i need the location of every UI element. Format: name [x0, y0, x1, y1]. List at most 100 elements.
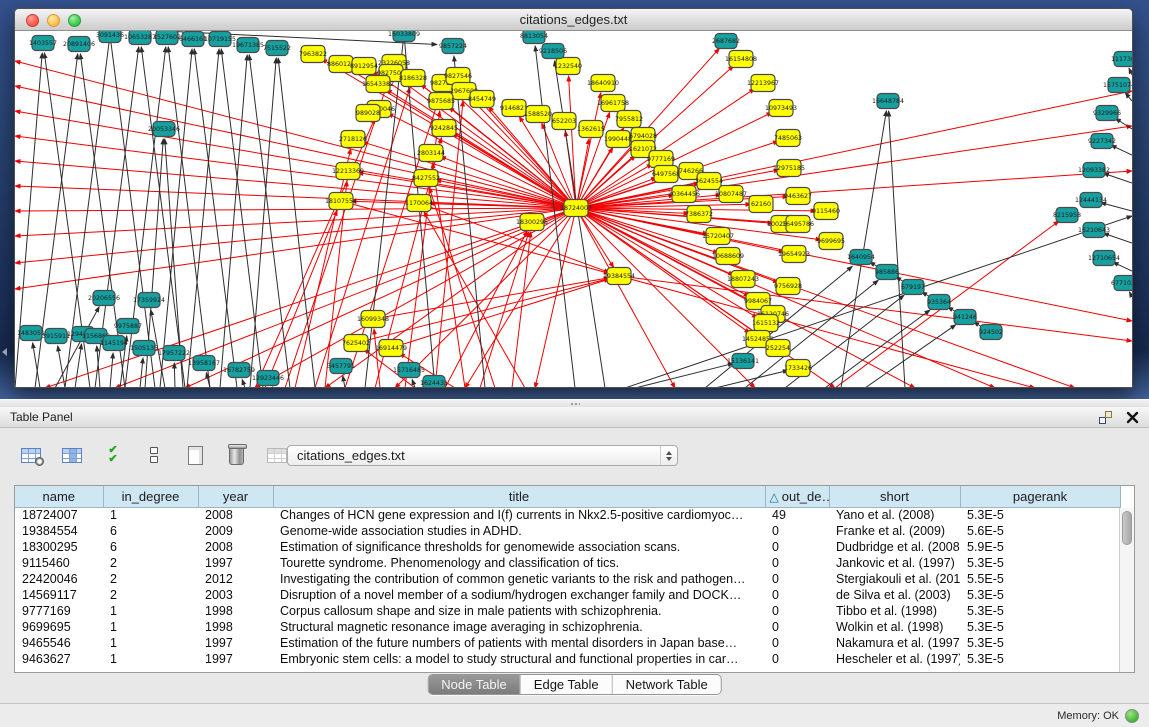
- table-mode-icon[interactable]: [18, 443, 44, 467]
- graph-node[interactable]: 9227342: [1088, 134, 1116, 149]
- graph-node[interactable]: 252254: [766, 340, 790, 357]
- graph-node[interactable]: 7955812: [615, 111, 643, 128]
- graph-node[interactable]: 1403557: [29, 36, 57, 51]
- column-header-pagerank[interactable]: pagerank: [960, 486, 1120, 507]
- graph-node[interactable]: 8813054: [520, 31, 548, 44]
- graph-node[interactable]: 3624554: [695, 173, 723, 190]
- graph-node[interactable]: 12093382: [1078, 163, 1110, 178]
- graph-node[interactable]: 8912954: [350, 58, 378, 75]
- graph-node[interactable]: 16914479: [375, 340, 407, 357]
- graph-node[interactable]: 7963822: [299, 46, 327, 63]
- float-panel-icon[interactable]: [1099, 411, 1112, 424]
- scrollbar-thumb[interactable]: [1122, 511, 1132, 545]
- table-row[interactable]: 2242004622012Investigating the contribut…: [15, 571, 1120, 587]
- graph-node[interactable]: 12213967: [747, 75, 779, 92]
- graph-node[interactable]: 16154808: [725, 51, 757, 68]
- graph-node[interactable]: 1117304: [1111, 52, 1132, 67]
- graph-node[interactable]: 7625402: [342, 335, 370, 352]
- graph-node[interactable]: 1624431: [420, 376, 448, 388]
- graph-node[interactable]: 9463627: [784, 188, 812, 205]
- table-row[interactable]: 1872400712008Changes of HCN gene express…: [15, 507, 1120, 523]
- column-header-year[interactable]: year: [198, 486, 273, 507]
- graph-node[interactable]: 8186328: [399, 70, 427, 87]
- graph-node[interactable]: 1505135: [130, 341, 158, 356]
- graph-node[interactable]: 20053346: [148, 122, 180, 137]
- table-row[interactable]: 1830029562008Estimation of significance …: [15, 539, 1120, 555]
- new-column-icon[interactable]: [182, 443, 208, 467]
- graph-node[interactable]: 1483051: [17, 326, 45, 341]
- graph-node[interactable]: 1733426: [784, 360, 812, 377]
- graph-node[interactable]: 10653287: [124, 31, 156, 45]
- graph-node[interactable]: 19671385: [232, 38, 264, 53]
- table-row[interactable]: 946362711997Embryonic stem cells: a mode…: [15, 651, 1120, 667]
- graph-node[interactable]: 10973493: [765, 100, 797, 117]
- window-titlebar[interactable]: citations_edges.txt: [15, 9, 1132, 31]
- graph-node[interactable]: 9242845: [430, 120, 458, 137]
- column-header-in_degree[interactable]: in_degree: [103, 486, 198, 507]
- graph-node[interactable]: 7515522: [263, 41, 291, 56]
- memory-ok-indicator-icon[interactable]: [1125, 709, 1139, 723]
- tab-node-table[interactable]: Node Table: [428, 675, 520, 694]
- graph-node[interactable]: 20206556: [88, 291, 120, 306]
- graph-node[interactable]: 16961758: [597, 95, 629, 112]
- column-header-title[interactable]: title: [273, 486, 765, 507]
- table-row[interactable]: 969969511998Structural magnetic resonanc…: [15, 619, 1120, 635]
- graph-node[interactable]: 1990448: [604, 131, 632, 148]
- graph-node[interactable]: 2687682: [712, 34, 740, 49]
- graph-node[interactable]: 935364: [927, 295, 951, 310]
- graph-node[interactable]: 9857224: [439, 39, 467, 54]
- graph-node[interactable]: 9329966: [1093, 106, 1121, 121]
- graph-node[interactable]: 12975185: [773, 160, 805, 177]
- graph-node[interactable]: 2718126: [339, 131, 367, 148]
- graph-node[interactable]: 1615132: [752, 315, 780, 332]
- graph-node[interactable]: 12710654: [1088, 251, 1120, 266]
- graph-node[interactable]: 12444134: [1075, 193, 1107, 208]
- graph-node[interactable]: 1145194: [100, 336, 128, 351]
- graph-node[interactable]: 10807487: [715, 186, 747, 203]
- graph-node[interactable]: 7485063: [774, 130, 802, 147]
- graph-node[interactable]: 924502: [979, 325, 1003, 340]
- graph-node[interactable]: 62160: [749, 196, 773, 213]
- graph-node[interactable]: 15751074: [1103, 78, 1132, 93]
- graph-node[interactable]: 12213369: [332, 163, 364, 180]
- graph-node[interactable]: 19384554: [603, 268, 635, 285]
- table-selector-dropdown[interactable]: citations_edges.txt: [287, 445, 678, 466]
- graph-node[interactable]: 18724007: [560, 200, 592, 217]
- graph-node[interactable]: 6497568: [652, 166, 680, 183]
- graph-node[interactable]: 7386372: [685, 206, 713, 223]
- graph-node[interactable]: 18807243: [727, 271, 759, 288]
- table-row[interactable]: 911546021997Tourette syndrome. Phenomeno…: [15, 555, 1120, 571]
- graph-node[interactable]: 989028: [356, 105, 380, 122]
- graph-node[interactable]: 8427552: [412, 170, 440, 187]
- graph-node[interactable]: 16495786: [782, 216, 814, 233]
- graph-node[interactable]: 3457791: [327, 359, 355, 374]
- graph-node[interactable]: 9699695: [817, 233, 845, 250]
- collapse-panel-arrow-icon[interactable]: [2, 348, 7, 356]
- graph-node[interactable]: 6771034: [1111, 276, 1132, 291]
- graph-node[interactable]: 18107554: [325, 193, 357, 210]
- table-row[interactable]: 1938455462009Genome-wide association stu…: [15, 523, 1120, 539]
- graph-node[interactable]: 16782759: [223, 363, 255, 378]
- panel-resize-handle[interactable]: [0, 399, 1149, 407]
- graph-node[interactable]: 3915911: [42, 329, 70, 344]
- graph-node[interactable]: 9218506: [539, 44, 567, 59]
- graph-node[interactable]: 1640954: [847, 250, 875, 265]
- graph-node[interactable]: 16648784: [872, 94, 904, 109]
- graph-node[interactable]: 10688609: [712, 248, 744, 265]
- graph-node[interactable]: 985886: [875, 265, 899, 280]
- graph-node[interactable]: 16099348: [357, 311, 389, 328]
- graph-node[interactable]: 16210643: [1078, 223, 1110, 238]
- graph-node[interactable]: 15720407: [702, 228, 734, 245]
- column-visibility-icon[interactable]: [59, 443, 85, 467]
- column-header-short[interactable]: short: [829, 486, 960, 507]
- close-panel-icon[interactable]: [1126, 411, 1139, 424]
- graph-node[interactable]: 1588520: [524, 106, 552, 123]
- select-columns-icon[interactable]: ✔✔: [100, 443, 126, 467]
- graph-node[interactable]: 15716485: [393, 363, 425, 378]
- graph-node[interactable]: 17957222: [158, 346, 190, 361]
- column-header-out_de[interactable]: △out_de…: [765, 486, 829, 507]
- table-row[interactable]: 946554611997Estimation of the future num…: [15, 635, 1120, 651]
- tab-edge-table[interactable]: Edge Table: [520, 675, 612, 694]
- graph-node[interactable]: 16033809: [388, 31, 420, 42]
- graph-node[interactable]: 16543382: [362, 76, 394, 93]
